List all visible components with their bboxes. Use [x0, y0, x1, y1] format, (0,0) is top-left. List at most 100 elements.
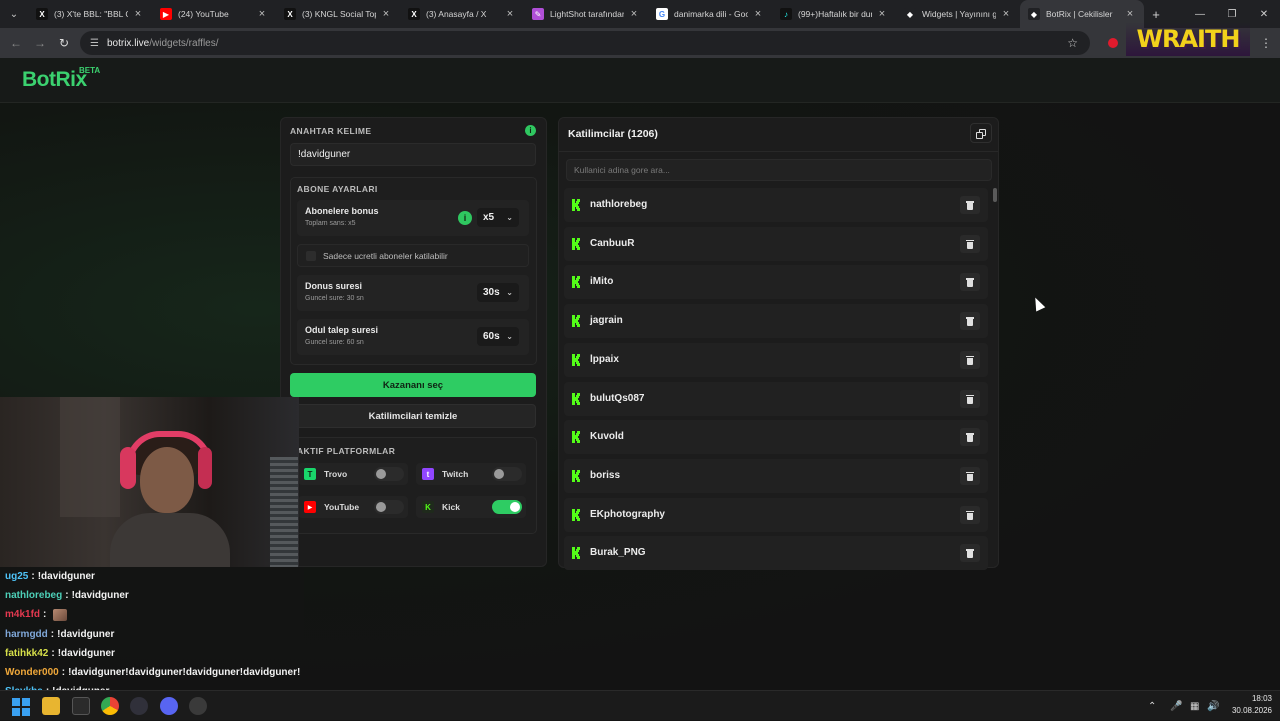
- browser-tab[interactable]: ▶ (24) YouTube ×: [152, 0, 276, 28]
- site-info-icon[interactable]: ☰: [90, 38, 99, 49]
- claim-time-value: 60s: [483, 331, 500, 342]
- chat-message: ug25: !davidguner: [5, 567, 95, 586]
- browser-tab[interactable]: Gdanimarka dili - Goog... ×: [648, 0, 772, 28]
- kick-icon: [572, 431, 580, 444]
- file-explorer-icon[interactable]: [42, 697, 60, 715]
- draw-duration-select[interactable]: 30s ⌄: [477, 283, 519, 302]
- info-icon[interactable]: i: [525, 125, 536, 136]
- keyword-input[interactable]: !davidguner: [290, 143, 536, 166]
- platform-twitch: t Twitch: [416, 463, 526, 485]
- tab-close-icon[interactable]: ×: [504, 8, 516, 20]
- reload-button[interactable]: ↻: [52, 36, 76, 50]
- youtube-toggle[interactable]: [374, 500, 404, 514]
- keyword-label: ANAHTAR KELIME: [290, 126, 372, 136]
- twitch-icon: t: [422, 468, 434, 480]
- restore-window-button[interactable]: ❐: [1216, 9, 1248, 20]
- extension-icon[interactable]: [1108, 38, 1118, 48]
- discord-icon[interactable]: [160, 697, 178, 715]
- subscriber-only-checkbox[interactable]: [306, 250, 316, 261]
- pick-winner-button[interactable]: Kazananı seç: [290, 373, 536, 397]
- delete-participant-button[interactable]: [960, 273, 980, 292]
- clear-participants-button[interactable]: Katilimcilari temizle: [290, 404, 536, 428]
- trovo-toggle[interactable]: [374, 467, 404, 481]
- trash-icon: [966, 394, 974, 396]
- x-icon: X: [36, 8, 48, 20]
- close-window-button[interactable]: ✕: [1248, 9, 1280, 20]
- participant-list-scrollbar[interactable]: [993, 188, 997, 568]
- delete-participant-button[interactable]: [960, 389, 980, 408]
- browser-tab[interactable]: X (3) KNGL Social Toplu... ×: [276, 0, 400, 28]
- delete-participant-button[interactable]: [960, 234, 980, 253]
- back-button[interactable]: ←: [4, 36, 28, 50]
- taskbar-clock[interactable]: 18:03 30.08.2026: [1224, 693, 1272, 717]
- browser-tab[interactable]: X (3) X'te BBL: "BBL CS... ×: [28, 0, 152, 28]
- tab-close-icon[interactable]: ×: [256, 8, 268, 20]
- microphone-icon[interactable]: 🎤: [1170, 691, 1182, 721]
- tab-search-chevron-icon[interactable]: ⌄: [0, 0, 28, 28]
- chevron-down-icon: ⌄: [506, 288, 513, 297]
- chrome-icon[interactable]: [101, 697, 119, 715]
- participant-row: bulutQs087: [564, 381, 988, 416]
- tab-close-icon[interactable]: ×: [628, 8, 640, 20]
- delete-participant-button[interactable]: [960, 312, 980, 331]
- tab-close-icon[interactable]: ×: [1124, 8, 1136, 20]
- participant-search-input[interactable]: [566, 159, 992, 181]
- new-tab-button[interactable]: +: [1144, 7, 1168, 22]
- bookmark-star-icon[interactable]: ☆: [1067, 36, 1078, 50]
- claim-time-subtitle: Guncel sure: 60 sn: [305, 339, 364, 346]
- participant-list: nathlorebeg CanbuuR iMito jagrain lppaix bulu…: [564, 188, 990, 571]
- network-icon[interactable]: ▦: [1190, 691, 1199, 721]
- delete-participant-button[interactable]: [960, 544, 980, 563]
- address-bar[interactable]: ☰ botrix.live/widgets/raffles/ ☆: [80, 31, 1090, 55]
- kick-toggle[interactable]: [492, 500, 522, 514]
- browser-tab[interactable]: ♪ (99+)Haftalık bir dum... ×: [772, 0, 896, 28]
- tab-close-icon[interactable]: ×: [380, 8, 392, 20]
- start-button-icon[interactable]: [12, 698, 30, 716]
- claim-time-select[interactable]: 60s ⌄: [477, 327, 519, 346]
- delete-participant-button[interactable]: [960, 505, 980, 524]
- subscriber-bonus-title: Abonelere bonus: [305, 206, 379, 216]
- copy-list-button[interactable]: [970, 123, 992, 143]
- subscriber-bonus-select[interactable]: x5 ⌄: [477, 208, 519, 227]
- chat-username: Wonder000: [5, 667, 59, 678]
- volume-icon[interactable]: 🔊: [1207, 691, 1219, 721]
- minimize-window-button[interactable]: —: [1184, 9, 1216, 20]
- subscriber-bonus-info-icon[interactable]: i: [458, 211, 472, 225]
- platform-name: Twitch: [442, 469, 469, 479]
- forward-button[interactable]: →: [28, 36, 52, 50]
- browser-tab[interactable]: X (3) Anasayfa / X ×: [400, 0, 524, 28]
- browser-menu-icon[interactable]: ⋮: [1260, 36, 1272, 50]
- tab-close-icon[interactable]: ×: [752, 8, 764, 20]
- chat-message: m4k1fd:: [5, 605, 68, 624]
- subscriber-only-row[interactable]: Sadece ucretli aboneler katilabilir: [297, 244, 529, 267]
- platform-trovo: T Trovo: [298, 463, 408, 485]
- twitch-toggle[interactable]: [492, 467, 522, 481]
- kick-icon: [572, 276, 580, 289]
- tab-close-icon[interactable]: ×: [876, 8, 888, 20]
- delete-participant-button[interactable]: [960, 466, 980, 485]
- kick-icon: [572, 508, 580, 521]
- botrix-icon: ◆: [1028, 8, 1040, 20]
- stream-overlay-logo: WRAITH: [1126, 22, 1250, 56]
- tab-close-icon[interactable]: ×: [1000, 8, 1012, 20]
- kick-icon: [572, 199, 580, 211]
- participant-row: CanbuuR: [564, 226, 988, 261]
- browser-toolbar: ← → ↻ ☰ botrix.live/widgets/raffles/ ☆: [0, 28, 1280, 58]
- delete-participant-button[interactable]: [960, 350, 980, 369]
- store-icon[interactable]: [72, 697, 90, 715]
- participant-username: Burak_PNG: [590, 547, 646, 559]
- tab-title: (3) X'te BBL: "BBL CS...: [54, 9, 128, 19]
- settings-gear-icon[interactable]: [189, 697, 207, 715]
- browser-tab[interactable]: ◆ Widgets | Yayınını gü... ×: [896, 0, 1020, 28]
- browser-tab[interactable]: ✎ LightShot tarafından... ×: [524, 0, 648, 28]
- delete-participant-button[interactable]: [960, 428, 980, 447]
- obs-icon[interactable]: [130, 697, 148, 715]
- delete-participant-button[interactable]: [960, 196, 980, 214]
- tab-title: (99+)Haftalık bir dum...: [798, 9, 872, 19]
- tab-close-icon[interactable]: ×: [132, 8, 144, 20]
- botrix-logo[interactable]: BotRix: [22, 68, 87, 92]
- browser-tab-strip: ⌄ X (3) X'te BBL: "BBL CS... × ▶ (24) YouTub…: [0, 0, 1280, 28]
- tray-chevron-icon[interactable]: ⌃: [1148, 691, 1156, 721]
- participant-row: Kuvold: [564, 420, 988, 455]
- chat-overlay: ug25: !davidguner nathlorebeg: !davidguner m…: [0, 567, 304, 697]
